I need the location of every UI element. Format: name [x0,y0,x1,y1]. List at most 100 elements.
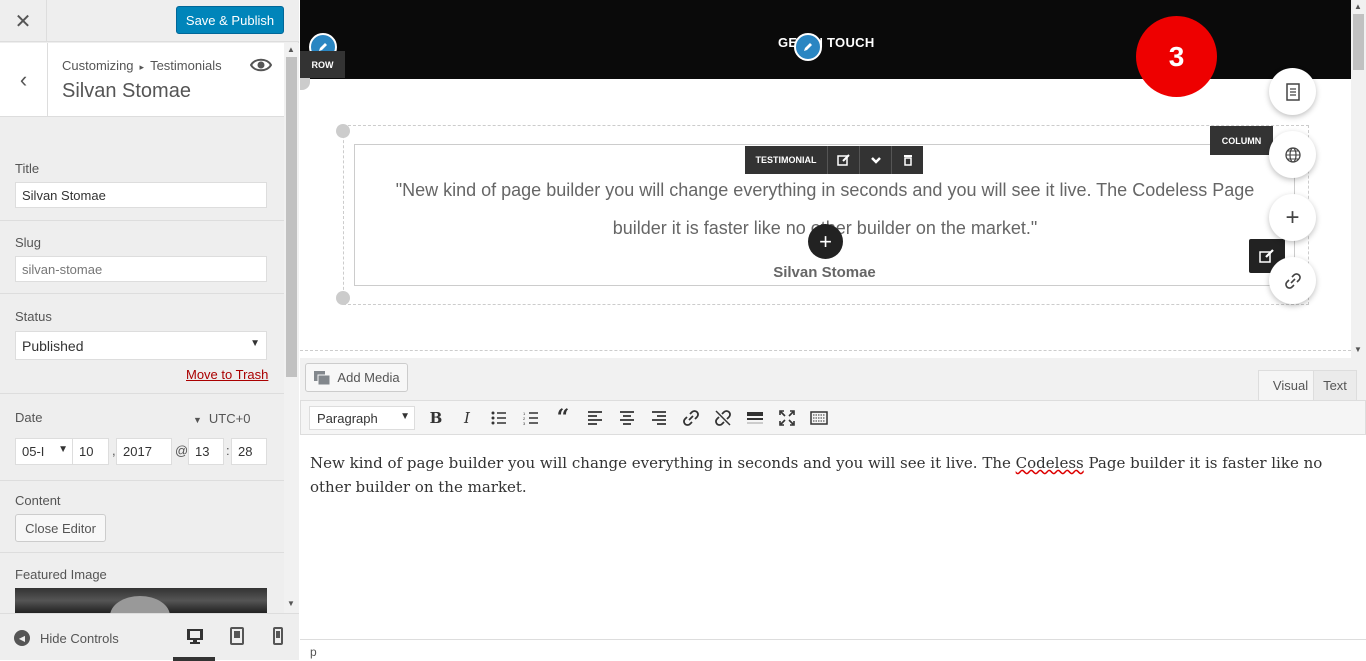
caret-down-icon: ▼ [400,411,410,422]
hide-controls-button[interactable]: Hide Controls [40,631,119,646]
link-icon [1284,272,1301,289]
misspelled-word: Codeless [1015,454,1084,472]
timezone-toggle[interactable]: ▼ UTC+0 [193,411,250,426]
desktop-preview-button[interactable] [173,626,215,661]
scroll-down-arrow-icon[interactable]: ▼ [287,599,295,608]
slug-field[interactable] [15,256,267,282]
editor-top-bar: Add Media Visual Text [300,358,1366,400]
tab-text[interactable]: Text [1313,370,1357,400]
close-editor-button[interactable]: Close Editor [15,514,106,542]
tablet-preview-button[interactable] [227,626,247,646]
edit-element-button[interactable] [827,146,859,174]
align-left-icon[interactable] [585,408,605,428]
scroll-up-arrow-icon[interactable]: ▲ [287,45,295,54]
desktop-icon [187,629,203,644]
scroll-up-arrow-icon[interactable]: ▲ [1354,2,1362,11]
scroll-down-arrow-icon[interactable]: ▼ [1354,345,1362,354]
breadcrumb-separator: ▸ [139,62,145,72]
align-center-icon[interactable] [617,408,637,428]
divider [0,293,284,294]
add-media-button[interactable]: Add Media [305,363,408,392]
document-icon [1285,82,1300,101]
status-label: Status [15,309,52,324]
numbered-list-icon[interactable]: 123 [521,408,541,428]
date-month-select[interactable]: 05-I ▼ [15,438,73,465]
editor-content[interactable]: New kind of page builder you will change… [310,451,1360,499]
sidebar-scrollbar[interactable]: ▲ ▼ [284,43,299,613]
back-button[interactable]: ‹ [0,43,48,117]
formatting-toolbar: Paragraph ▼ B I 123 “ [300,400,1366,435]
scrollbar-thumb[interactable] [1353,14,1364,70]
content-text-part: New kind of page builder you will change… [310,454,1016,472]
svg-text:3: 3 [523,421,526,425]
unlink-icon[interactable] [713,408,733,428]
trash-icon [903,155,912,166]
element-path[interactable]: p [310,645,317,659]
bold-icon[interactable]: B [426,408,446,428]
read-more-icon[interactable] [745,408,765,428]
format-select[interactable]: Paragraph ▼ [309,406,415,430]
scrollbar-thumb[interactable] [286,57,297,377]
slug-label: Slug [15,235,42,250]
testimonial-author: Silvan Stomae [773,264,876,281]
fullscreen-icon[interactable] [777,408,797,428]
move-to-trash-link[interactable]: Move to Trash [186,367,268,382]
add-media-label: Add Media [337,370,400,385]
date-label: Date [15,410,43,425]
bullet-list-icon[interactable] [489,408,509,428]
site-preview: GET IN TOUCH ROW 3 COLUMN TESTIMONIAL "N… [300,0,1366,358]
format-select-value: Paragraph [317,411,378,426]
sidebar-footer: ◀ Hide Controls [0,613,299,661]
drag-handle-bottom[interactable] [336,291,350,305]
save-publish-button[interactable]: Save & Publish [176,6,284,34]
plus-icon: + [819,228,832,254]
page-settings-button[interactable] [1269,68,1316,115]
preview-scrollbar[interactable]: ▲ ▼ [1351,0,1366,358]
close-icon: ✕ [14,10,32,33]
divider [0,552,284,553]
divider [0,393,284,394]
global-settings-button[interactable] [1269,131,1316,178]
status-select[interactable]: Published ▼ [15,331,267,360]
close-customizer-button[interactable]: ✕ [0,0,47,42]
date-minute-input[interactable]: 28 [231,438,267,465]
drag-handle-top[interactable] [336,124,350,138]
eye-icon[interactable] [250,57,272,73]
add-element-button[interactable]: + [808,224,843,259]
collapse-left-icon[interactable]: ◀ [14,630,30,646]
featured-image-thumbnail[interactable] [15,588,267,613]
date-at-sign: @ [175,443,189,458]
breadcrumb-section: Testimonials [150,58,222,73]
add-section-button[interactable]: + [1269,194,1316,241]
insert-link-icon[interactable] [681,408,701,428]
caret-down-icon: ▼ [193,415,202,425]
plus-icon: + [1285,203,1300,231]
element-edit-pencil-icon[interactable] [794,33,822,61]
delete-element-button[interactable] [891,146,923,174]
column-tag[interactable]: COLUMN [1210,126,1273,155]
row-resize-handle[interactable] [300,78,310,90]
align-right-icon[interactable] [649,408,669,428]
toolbar-toggle-icon[interactable] [809,408,829,428]
testimonial-tag: TESTIMONIAL [755,155,817,165]
mobile-preview-button[interactable] [268,626,288,646]
date-day-input[interactable]: 10 [72,438,109,465]
date-month-value: 05-I [22,444,45,459]
breadcrumb-root: Customizing [62,58,134,73]
status-select-value: Published [22,338,84,354]
content-editor: Add Media Visual Text Paragraph ▼ B I 123… [300,358,1366,660]
italic-icon[interactable]: I [457,408,477,428]
timezone-label: UTC+0 [208,411,251,426]
divider [0,220,284,221]
row-tag[interactable]: ROW [300,51,345,78]
date-year-input[interactable]: 2017 [116,438,172,465]
sidebar-header: ✕ Save & Publish [0,0,299,42]
title-field[interactable] [15,182,267,208]
date-hour-input[interactable]: 13 [188,438,224,465]
globe-icon [1284,146,1301,163]
edit-icon [1259,249,1274,263]
link-button[interactable] [1269,257,1316,304]
blockquote-icon[interactable]: “ [553,405,573,431]
move-element-button[interactable] [859,146,891,174]
breadcrumb: Customizing ▸ Testimonials [62,58,222,73]
